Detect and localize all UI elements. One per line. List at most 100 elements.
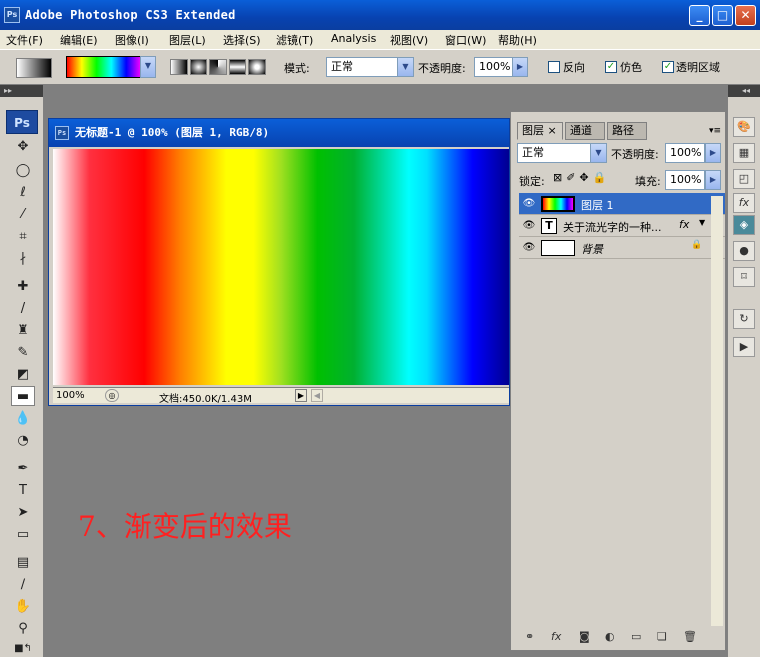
adjustment-layer-icon[interactable]: ◐ [605, 630, 615, 643]
link-layers-icon[interactable]: ⚭ [525, 630, 534, 643]
panel-menu-icon[interactable]: ▾≡ [709, 126, 721, 136]
menu-layer[interactable]: 图层(L) [169, 32, 206, 48]
hand-tool-icon[interactable]: ✋ [11, 597, 35, 617]
dither-checkbox[interactable]: ✓ [605, 61, 617, 73]
menu-help[interactable]: 帮助(H) [498, 32, 537, 48]
layer-name: 背景 [581, 243, 603, 256]
reverse-checkbox[interactable] [548, 61, 560, 73]
fx-panel-icon[interactable]: fx [733, 193, 755, 213]
healing-brush-tool-icon[interactable]: ✚ [11, 277, 35, 297]
status-menu-icon[interactable]: ◎ [105, 389, 119, 402]
mode-select[interactable]: 正常 ▼ [326, 57, 414, 77]
notes-tool-icon[interactable]: ▤ [11, 553, 35, 573]
maximize-button[interactable]: □ [712, 5, 733, 26]
move-tool-icon[interactable]: ✥ [11, 137, 35, 157]
delete-layer-icon[interactable]: 🗑 [683, 630, 697, 643]
magic-wand-tool-icon[interactable]: ⁄ [11, 205, 35, 225]
history-brush-tool-icon[interactable]: ✎ [11, 343, 35, 363]
reflected-gradient-button[interactable] [228, 59, 247, 75]
navigator-icon[interactable]: 🎨 [733, 117, 755, 137]
eye-icon[interactable]: 👁 [521, 218, 537, 234]
menu-view[interactable]: 视图(V) [390, 32, 428, 48]
lasso-tool-icon[interactable]: ℓ [11, 183, 35, 203]
status-arrow-icon[interactable]: ▶ [295, 389, 307, 402]
menu-window[interactable]: 窗口(W) [445, 32, 486, 48]
pen-tool-icon[interactable]: ✒ [11, 459, 35, 479]
angle-gradient-button[interactable] [209, 59, 227, 75]
swatches-icon[interactable]: ▦ [733, 143, 755, 163]
menu-select[interactable]: 选择(S) [223, 32, 261, 48]
panel-grip[interactable]: ▸▸ [0, 85, 43, 97]
shape-tool-icon[interactable]: ▭ [11, 525, 35, 545]
linear-gradient-button[interactable] [170, 59, 188, 75]
fill-label: 填充: [635, 175, 661, 188]
tab-paths[interactable]: 路径 [607, 122, 647, 140]
minimize-button[interactable]: _ [689, 5, 710, 26]
lock-icons[interactable]: ⊠✐✥🔒 [553, 171, 610, 184]
layer-opacity-arrow[interactable]: ▶ [705, 143, 721, 163]
layers-panel-icon[interactable]: ◈ [733, 215, 755, 235]
history-icon[interactable]: ↻ [733, 309, 755, 329]
options-bar: ▼ 模式: 正常 ▼ 不透明度: 100% ▶ 反向 ✓ 仿色 ✓ 透明区域 [0, 49, 760, 85]
document-title-bar[interactable]: Ps 无标题-1 @ 100% (图层 1, RGB/8) [49, 119, 509, 147]
brush-tool-icon[interactable]: / [11, 299, 35, 319]
radial-gradient-button[interactable] [189, 59, 208, 75]
layer-row-1[interactable]: 👁 图层 1 [519, 193, 725, 215]
clone-stamp-tool-icon[interactable]: ♜ [11, 321, 35, 341]
fx-icon[interactable]: fx [679, 218, 689, 231]
fill-input[interactable]: 100% [665, 170, 705, 190]
type-tool-icon[interactable]: T [11, 481, 35, 501]
scroll-left-icon[interactable]: ◀ [311, 389, 323, 402]
document-status-bar: 100% ◎ 文档:450.0K/1.43M ▶ ◀ [53, 387, 509, 405]
new-layer-icon[interactable]: ❏ [657, 630, 667, 643]
marquee-tool-icon[interactable]: ◯ [11, 161, 35, 181]
layers-scrollbar[interactable] [711, 196, 723, 626]
zoom-tool-icon[interactable]: ⚲ [11, 619, 35, 639]
close-button[interactable]: ✕ [735, 5, 756, 26]
tab-layers[interactable]: 图层 × [517, 122, 563, 140]
image-canvas[interactable] [53, 149, 509, 385]
color-swatch-icon[interactable]: ■↰ [11, 639, 35, 657]
add-style-icon[interactable]: fx [551, 630, 561, 643]
eyedropper2-tool-icon[interactable]: ∕ [11, 575, 35, 595]
menu-file[interactable]: 文件(F) [6, 32, 43, 48]
fill-arrow[interactable]: ▶ [705, 170, 721, 190]
menu-analysis[interactable]: Analysis [331, 32, 376, 45]
gradient-picker-arrow[interactable]: ▼ [140, 56, 156, 78]
expand-effects-icon[interactable]: ▼ [699, 218, 705, 227]
tool-preset-picker[interactable] [16, 58, 52, 78]
actions-icon[interactable]: ▶ [733, 337, 755, 357]
layer-row-3[interactable]: 👁 背景 🔒 [519, 237, 725, 259]
eye-icon[interactable]: 👁 [521, 196, 537, 212]
right-dock: ◂◂ 🎨 ▦ ◰ fx ◈ ● ⌑ ↻ ▶ [727, 85, 760, 657]
dodge-tool-icon[interactable]: ◔ [11, 431, 35, 451]
dock-grip[interactable]: ◂◂ [728, 85, 760, 97]
eye-icon[interactable]: 👁 [521, 240, 537, 256]
blend-mode-select[interactable]: 正常 ▼ [517, 143, 607, 163]
opacity-slider-arrow[interactable]: ▶ [512, 57, 528, 77]
eraser-tool-icon[interactable]: ◩ [11, 365, 35, 385]
add-mask-icon[interactable]: ◙ [579, 630, 590, 643]
blur-tool-icon[interactable]: 💧 [11, 409, 35, 429]
menu-filter[interactable]: 滤镜(T) [276, 32, 313, 48]
eyedropper-tool-icon[interactable]: ∤ [11, 249, 35, 269]
new-group-icon[interactable]: ▭ [631, 630, 641, 643]
channels-icon[interactable]: ● [733, 241, 755, 261]
tab-channels[interactable]: 通道 [565, 122, 605, 140]
paths-icon[interactable]: ⌑ [733, 267, 755, 287]
gradient-tool-icon[interactable]: ▬ [11, 386, 35, 406]
crop-tool-icon[interactable]: ⌗ [11, 227, 35, 247]
zoom-level[interactable]: 100% [56, 390, 85, 401]
transparency-label: 透明区域 [676, 61, 720, 74]
menu-edit[interactable]: 编辑(E) [60, 32, 98, 48]
styles-icon[interactable]: ◰ [733, 169, 755, 189]
gradient-preview[interactable] [66, 56, 142, 78]
layer-row-2[interactable]: 👁 T 关于流光字的一种... fx ▼ [519, 215, 725, 237]
caption-text: 7、渐变后的效果 [78, 510, 292, 543]
layer-opacity-input[interactable]: 100% [665, 143, 705, 163]
path-selection-tool-icon[interactable]: ➤ [11, 503, 35, 523]
menu-image[interactable]: 图像(I) [115, 32, 149, 48]
transparency-checkbox[interactable]: ✓ [662, 61, 674, 73]
opacity-input[interactable]: 100% [474, 57, 514, 77]
diamond-gradient-button[interactable] [248, 59, 266, 75]
